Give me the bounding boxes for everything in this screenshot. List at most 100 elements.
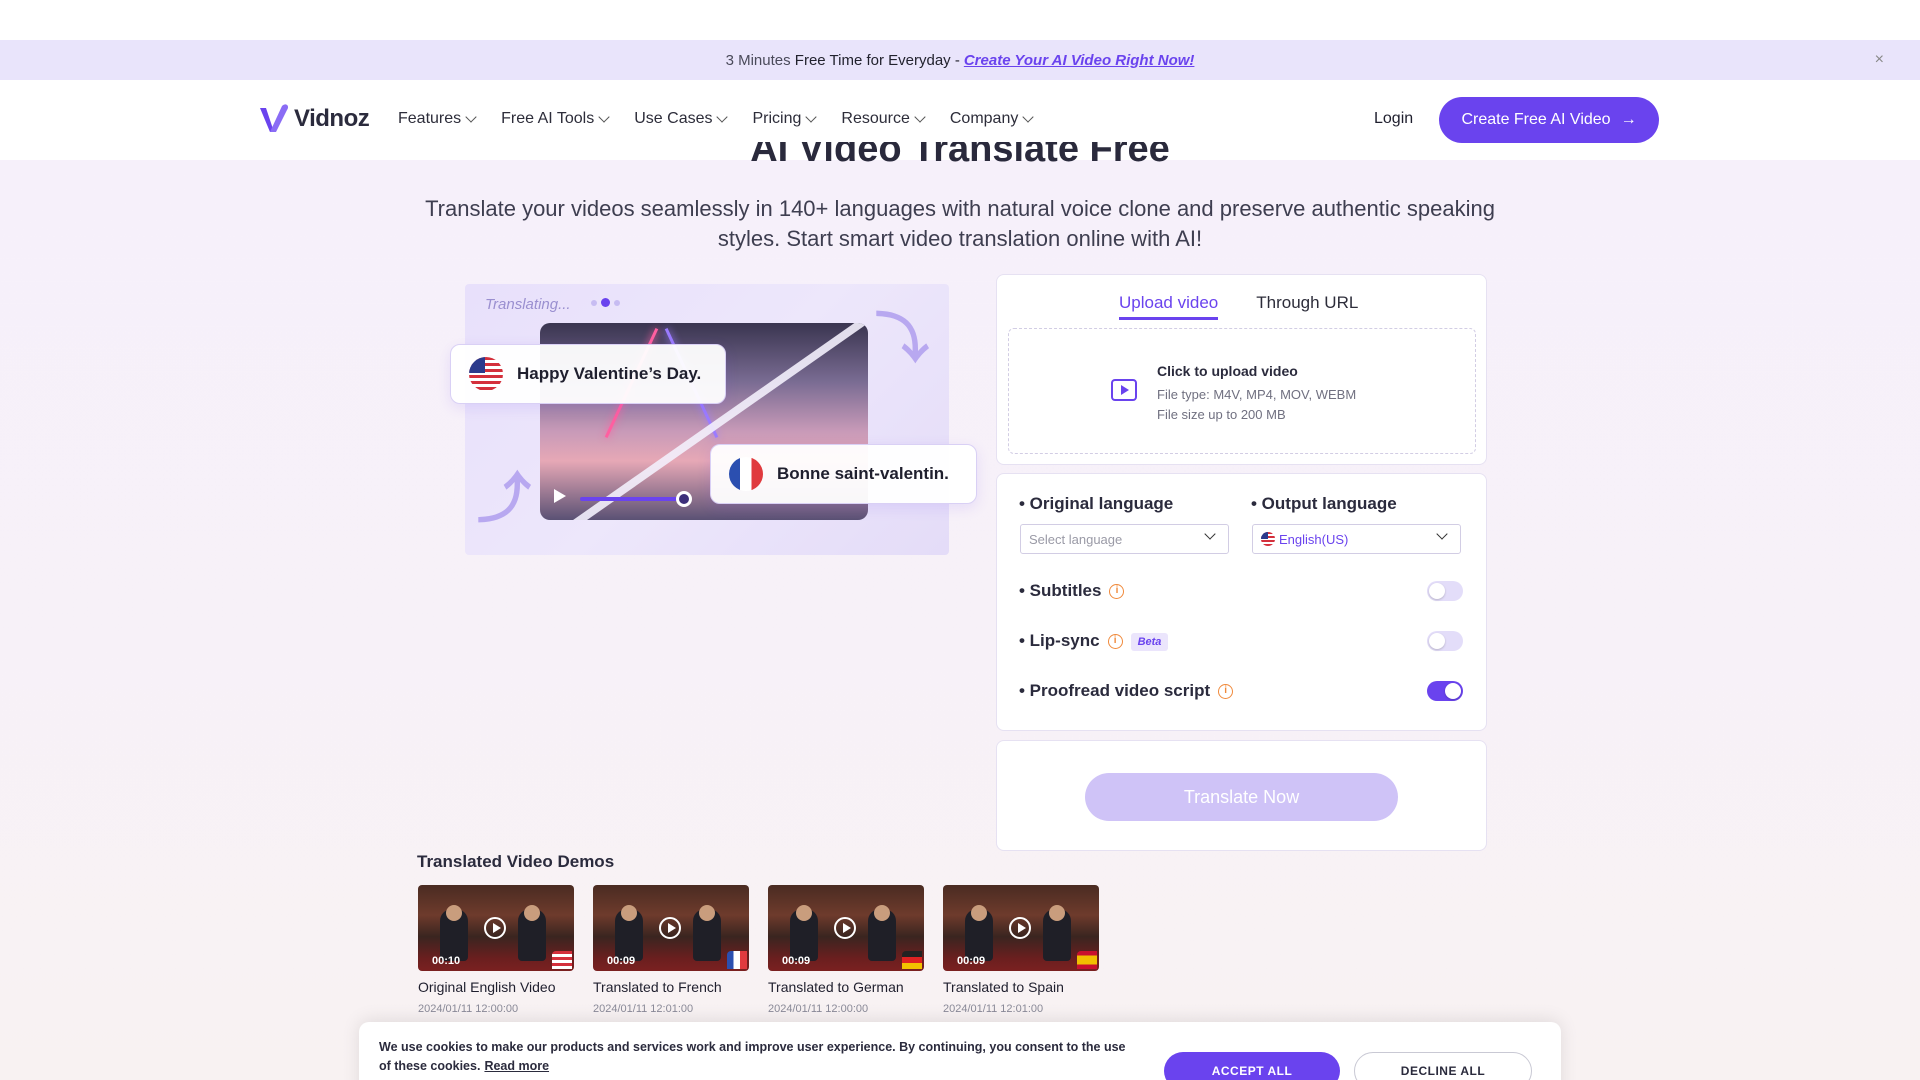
demo-duration: 00:09 [607, 955, 636, 967]
us-flag-icon [552, 951, 572, 969]
play-icon[interactable] [834, 917, 856, 939]
demo-name: Translated to German [768, 979, 904, 995]
demo-duration: 00:09 [957, 955, 986, 967]
demo-name: Translated to French [593, 979, 722, 995]
play-icon[interactable] [1009, 917, 1031, 939]
nav-item-label: Resource [841, 110, 910, 127]
germany-flag-icon [902, 951, 922, 969]
subtitles-row: • Subtitles i [1019, 581, 1125, 601]
info-icon[interactable]: i [1218, 684, 1234, 700]
demo-card[interactable]: 00:10 Original English Video 2024/01/11 … [418, 885, 576, 1015]
loading-dots-icon [591, 298, 620, 307]
original-language-placeholder: Select language [1029, 531, 1123, 547]
demo-name: Translated to Spain [943, 979, 1064, 995]
page-title-text: AI Video Translate Free [0, 142, 1920, 162]
lipsync-label: • Lip-sync [1019, 631, 1100, 650]
proofread-row: • Proofread video script i [1019, 681, 1234, 701]
cta-label: Create Free AI Video [1461, 111, 1611, 128]
translate-now-button[interactable]: Translate Now [1085, 773, 1398, 821]
target-phrase-bubble: Bonne saint-valentin. [710, 444, 977, 504]
chevron-down-icon [1022, 111, 1035, 123]
accept-all-button[interactable]: ACCEPT ALL [1164, 1052, 1340, 1080]
output-language-label: • Output language [1251, 494, 1397, 513]
announcement-link[interactable]: Create Your AI Video Right Now! [964, 52, 1195, 69]
play-icon[interactable] [484, 917, 506, 939]
chevron-down-icon [598, 111, 610, 123]
lipsync-row: • Lip-sync i Beta [1019, 631, 1169, 651]
nav-item-company[interactable]: Company [950, 110, 1035, 128]
nav-item-pricing[interactable]: Pricing [752, 110, 818, 128]
us-flag-icon [469, 357, 503, 391]
nav-item-label: Features [398, 110, 462, 127]
nav-item-free-ai-tools[interactable]: Free AI Tools [501, 110, 610, 128]
upload-title: Click to upload video [1157, 363, 1298, 379]
france-flag-icon [727, 951, 747, 969]
upload-instructions: Click to upload video File type: M4V, MP… [1157, 363, 1356, 425]
info-icon[interactable]: i [1107, 634, 1123, 650]
upload-file-types: File type: M4V, MP4, MOV, WEBM [1157, 387, 1357, 402]
translation-illustration: Translating... ⤵ ⤴ Happy Valentine’s Day… [450, 284, 977, 555]
tab-through-url[interactable]: Through URL [1256, 293, 1358, 320]
cookie-message: We use cookies to make our products and … [379, 1038, 1139, 1076]
nav-menu: Features Free AI Tools Use Cases Pricing… [398, 110, 1035, 128]
demo-date: 2024/01/11 12:00:00 [768, 1003, 869, 1015]
upload-dropzone[interactable]: Click to upload video File type: M4V, MP… [1008, 328, 1476, 454]
nav-item-resource[interactable]: Resource [841, 110, 926, 128]
close-icon[interactable]: × [1875, 51, 1884, 69]
tab-upload-video[interactable]: Upload video [1119, 293, 1219, 320]
original-language-label: • Original language [1019, 494, 1174, 513]
nav-item-label: Use Cases [634, 110, 713, 127]
curved-arrow-down-icon: ⤵ [875, 309, 929, 369]
info-icon[interactable]: i [1109, 584, 1125, 600]
play-icon[interactable] [659, 917, 681, 939]
create-free-ai-video-button[interactable]: Create Free AI Video → [1439, 97, 1659, 143]
france-flag-icon [729, 457, 763, 491]
progress-knob [676, 491, 692, 507]
chevron-down-icon [1204, 528, 1216, 540]
proofread-label: • Proofread video script [1019, 681, 1211, 700]
upload-tabs: Upload video Through URL [1119, 293, 1358, 320]
page-subtitle: Translate your videos seamlessly in 140+… [425, 196, 1495, 251]
decline-all-button[interactable]: DECLINE ALL [1354, 1052, 1532, 1080]
original-language-select[interactable]: Select language [1020, 524, 1229, 554]
demo-date: 2024/01/11 12:01:00 [943, 1003, 1044, 1015]
demo-card[interactable]: 00:09 Translated to German 2024/01/11 12… [768, 885, 926, 1015]
chevron-down-icon [465, 111, 477, 123]
translating-status: Translating... [485, 296, 571, 313]
announcement-bar: 3 Minutes Free Time for Everyday - Creat… [0, 40, 1920, 80]
demo-thumbnail[interactable]: 00:09 [943, 885, 1099, 971]
nav-item-use-cases[interactable]: Use Cases [634, 110, 729, 128]
logo[interactable]: Vidnoz [258, 102, 370, 136]
demos-title: Translated Video Demos [417, 852, 615, 871]
chevron-down-icon [716, 111, 729, 123]
demo-date: 2024/01/11 12:01:00 [593, 1003, 694, 1015]
action-card: Translate Now [996, 740, 1487, 851]
output-language-select[interactable]: English(US) [1252, 524, 1461, 554]
login-link[interactable]: Login [1374, 110, 1413, 128]
demo-card[interactable]: 00:09 Translated to Spain 2024/01/11 12:… [943, 885, 1101, 1015]
play-icon [554, 489, 566, 503]
spain-flag-icon [1077, 951, 1097, 969]
subtitles-toggle[interactable] [1427, 581, 1463, 601]
us-flag-icon [1261, 532, 1275, 546]
chevron-down-icon [914, 111, 926, 123]
source-phrase-bubble: Happy Valentine’s Day. [450, 344, 726, 404]
demo-card[interactable]: 00:09 Translated to French 2024/01/11 12… [593, 885, 751, 1015]
demo-thumbnail[interactable]: 00:09 [593, 885, 749, 971]
proofread-toggle[interactable] [1427, 681, 1463, 701]
progress-bar [580, 497, 680, 501]
demo-duration: 00:10 [432, 955, 461, 967]
top-strip [0, 0, 1920, 40]
settings-card: • Original language • Output language Se… [996, 473, 1487, 731]
demo-thumbnail[interactable]: 00:10 [418, 885, 574, 971]
logo-text: Vidnoz [294, 105, 370, 132]
source-phrase: Happy Valentine’s Day. [517, 364, 702, 383]
demo-name: Original English Video [418, 979, 556, 995]
lipsync-toggle[interactable] [1427, 631, 1463, 651]
read-more-link[interactable]: Read more [484, 1059, 549, 1073]
arrow-right-icon: → [1620, 111, 1637, 128]
nav-item-label: Pricing [752, 110, 802, 127]
demo-thumbnail[interactable]: 00:09 [768, 885, 924, 971]
nav-item-features[interactable]: Features [398, 110, 477, 128]
demo-date: 2024/01/11 12:00:00 [418, 1003, 519, 1015]
